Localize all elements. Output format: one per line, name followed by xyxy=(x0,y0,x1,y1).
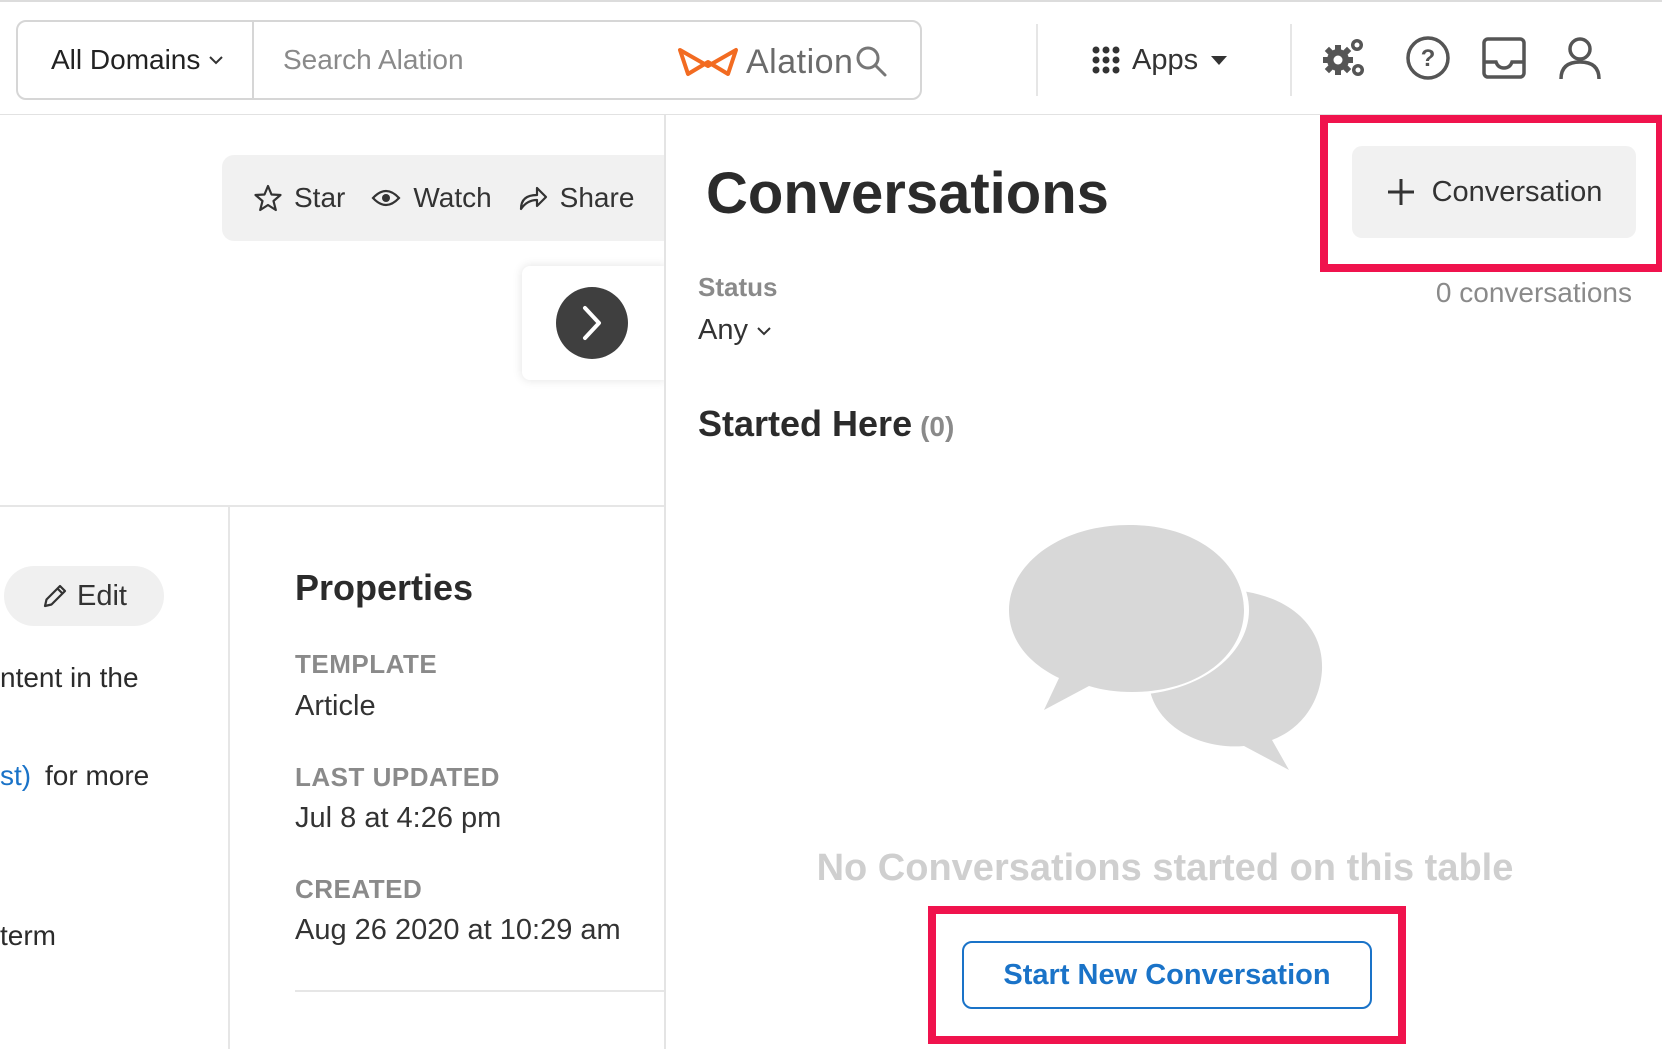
highlight-box xyxy=(928,906,1406,1044)
domain-selector-label: All Domains xyxy=(51,44,201,75)
caret-down-icon xyxy=(1211,56,1228,65)
share-arrow-icon xyxy=(519,186,547,211)
started-here-label: Started Here xyxy=(698,403,913,444)
content-divider xyxy=(0,505,664,507)
property-label-created: CREATED xyxy=(295,874,423,904)
svg-text:?: ? xyxy=(1421,45,1436,72)
alation-bowtie-icon xyxy=(678,48,738,76)
edit-label: Edit xyxy=(77,579,127,612)
column-divider xyxy=(228,505,230,1049)
apps-menu-button[interactable]: Apps xyxy=(1092,38,1228,82)
edit-button[interactable]: Edit xyxy=(4,566,164,626)
top-navigation-bar: All Domains Alation Apps xyxy=(0,0,1662,115)
properties-divider xyxy=(295,990,664,992)
topbar-divider xyxy=(1036,24,1038,96)
settings-gear-icon[interactable] xyxy=(1320,34,1368,82)
chevron-down-icon xyxy=(757,326,771,335)
status-filter-value: Any xyxy=(698,314,748,346)
collapse-panel-button[interactable] xyxy=(556,287,628,359)
user-icon[interactable] xyxy=(1556,34,1604,82)
property-label-template: TEMPLATE xyxy=(295,649,438,679)
topbar-divider xyxy=(1290,24,1292,96)
body-text: term xyxy=(0,920,56,951)
property-value-last-updated: Jul 8 at 4:26 pm xyxy=(295,802,502,834)
body-text: ntent in the xyxy=(0,662,139,693)
property-value-created: Aug 26 2020 at 10:29 am xyxy=(295,914,621,946)
conversation-count: 0 conversations xyxy=(1435,277,1632,308)
help-icon[interactable]: ? xyxy=(1404,34,1452,82)
apps-grid-icon xyxy=(1092,46,1120,74)
started-here-heading: Started Here (0) xyxy=(698,403,954,445)
star-button[interactable]: Star xyxy=(254,182,345,214)
chevron-right-icon xyxy=(583,306,601,340)
share-label: Share xyxy=(559,182,635,213)
watch-button[interactable]: Watch xyxy=(371,182,492,214)
alation-logo: Alation xyxy=(676,40,853,84)
highlight-box xyxy=(1320,115,1662,272)
conversations-panel: Conversations Conversation Status Any 0 … xyxy=(664,115,1662,1049)
body-text: for more xyxy=(45,760,150,791)
share-button[interactable]: Share xyxy=(518,182,635,214)
property-label-last-updated: LAST UPDATED xyxy=(295,762,500,792)
property-value-template: Article xyxy=(295,690,376,722)
object-action-bar: Star Watch Share xyxy=(222,155,692,241)
watch-label: Watch xyxy=(413,182,492,213)
status-filter-label: Status xyxy=(698,272,778,302)
chat-bubbles-icon xyxy=(1009,525,1323,770)
conversations-title: Conversations xyxy=(706,161,1109,226)
star-icon xyxy=(254,184,282,212)
started-here-count: (0) xyxy=(920,411,955,442)
star-label: Star xyxy=(294,182,346,213)
chevron-down-icon xyxy=(209,56,224,65)
search-icon[interactable] xyxy=(854,44,888,78)
search-bar: All Domains Alation xyxy=(16,20,922,100)
domain-selector[interactable]: All Domains xyxy=(18,22,254,98)
eye-icon xyxy=(371,189,401,207)
apps-label: Apps xyxy=(1132,43,1199,76)
status-filter-dropdown[interactable]: Any xyxy=(698,314,772,347)
body-link[interactable]: st) xyxy=(0,760,31,792)
inbox-icon[interactable] xyxy=(1480,34,1528,82)
brand-name: Alation xyxy=(746,42,854,81)
properties-title: Properties xyxy=(295,567,474,608)
empty-state-message: No Conversations started on this table xyxy=(816,847,1514,889)
pencil-icon xyxy=(43,584,67,608)
search-input[interactable] xyxy=(283,40,643,80)
